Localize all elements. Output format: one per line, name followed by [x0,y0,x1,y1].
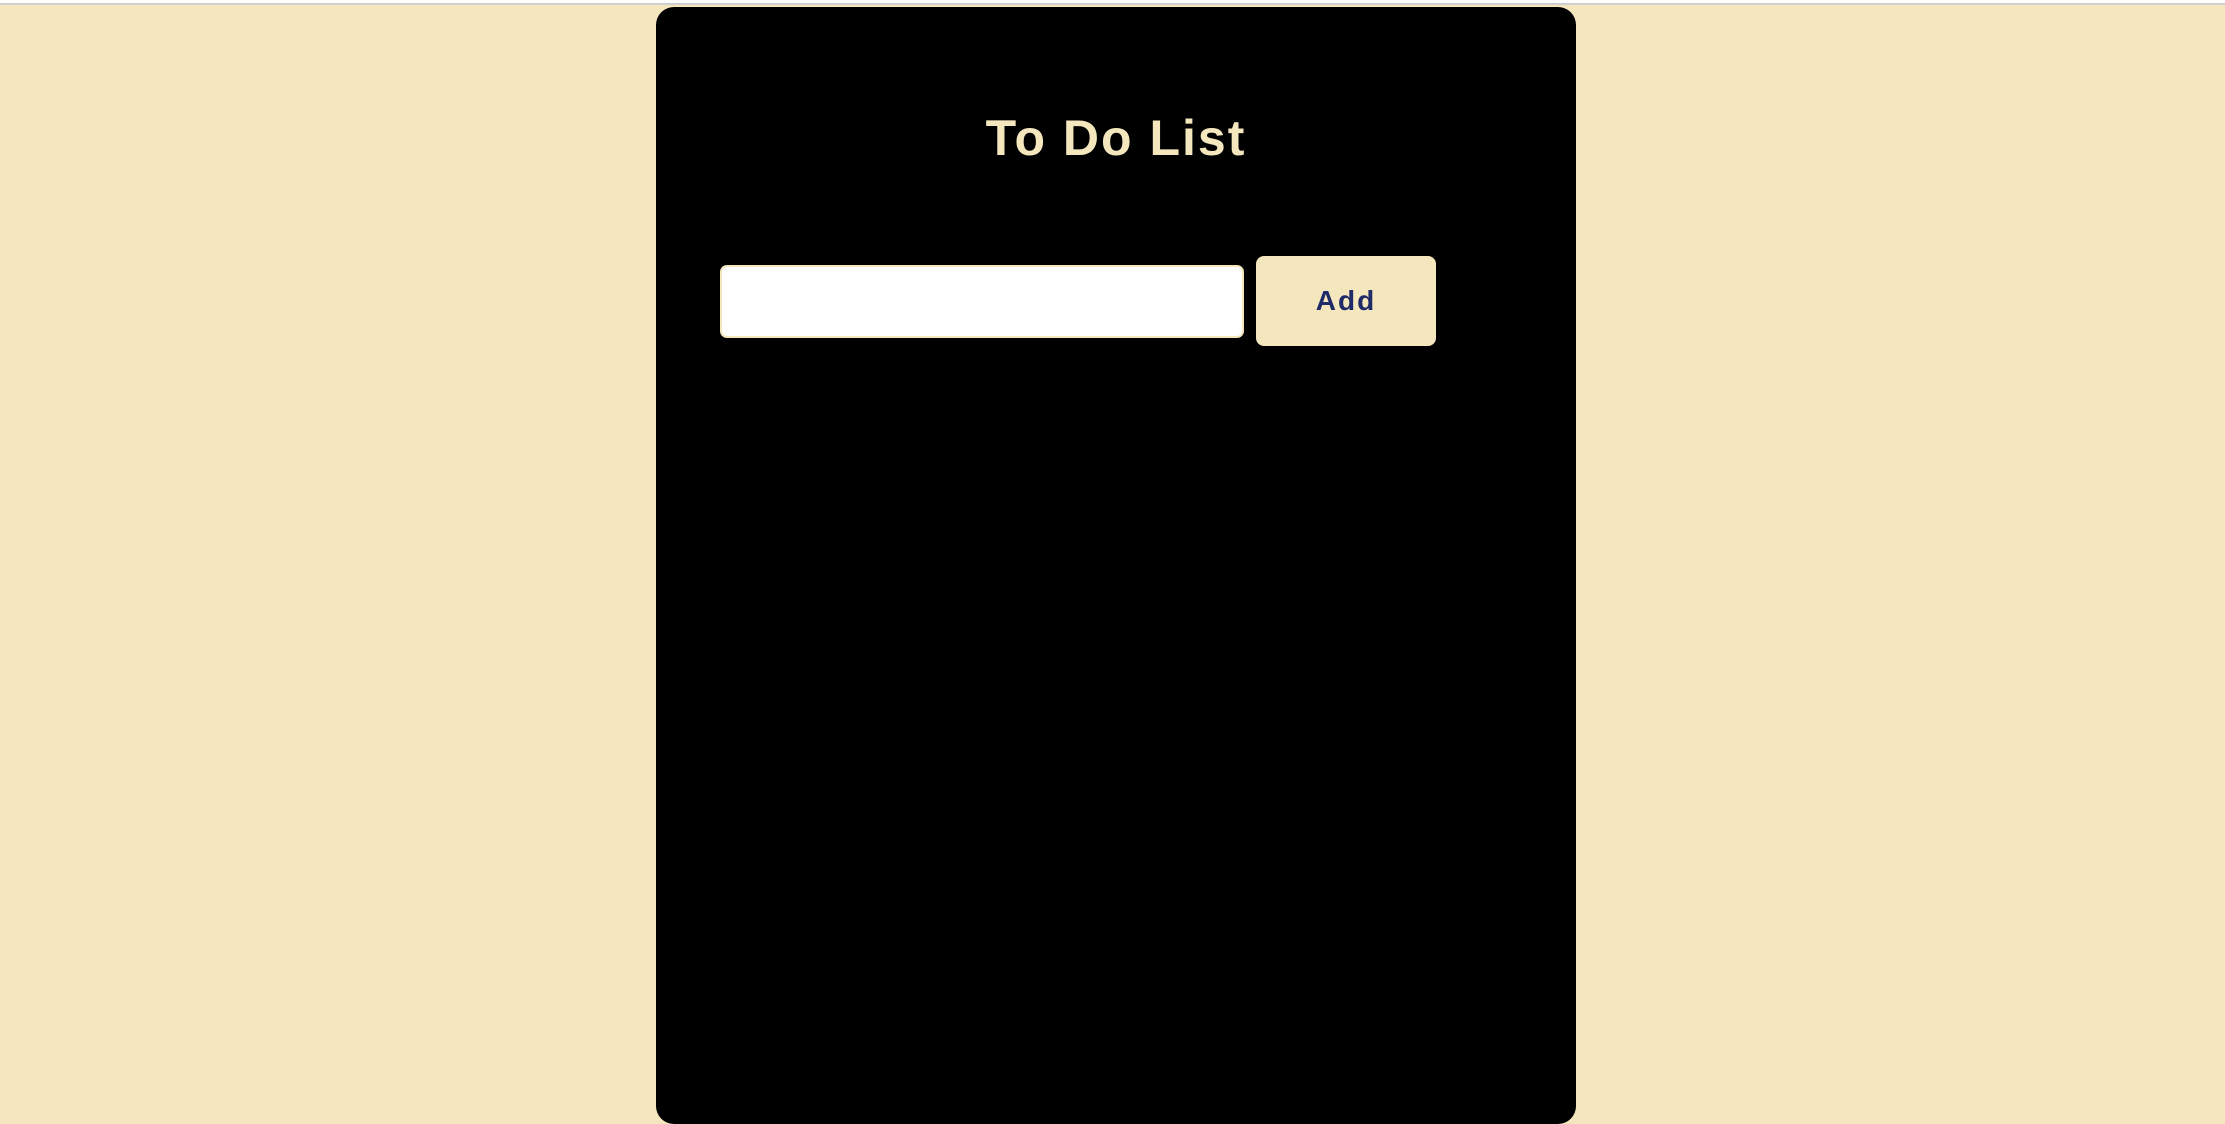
add-button[interactable]: Add [1256,256,1436,346]
browser-top-edge [0,0,2225,5]
todo-card: To Do List Add [656,7,1576,1124]
page-title: To Do List [985,110,1247,166]
task-input[interactable] [720,265,1244,338]
